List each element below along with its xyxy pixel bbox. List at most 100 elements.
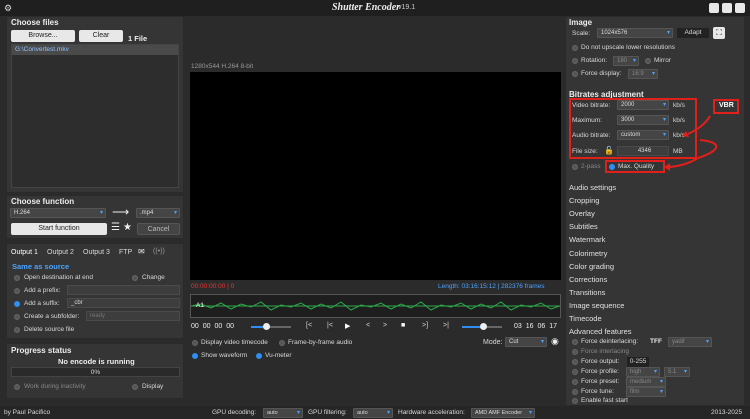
play-button[interactable]: ▶ [345,322,350,330]
force-deinterlacing-checkbox[interactable] [572,339,578,345]
subfolder-input[interactable]: ready [86,311,180,321]
force-output-checkbox[interactable] [572,359,578,365]
tab-output-3[interactable]: Output 3 [83,249,110,256]
video-preview[interactable] [190,72,561,280]
tune-select[interactable]: film [626,387,666,397]
tc-in-seconds[interactable]: 00 [215,323,223,330]
volume-slider-right[interactable] [462,323,502,330]
tc-out-hours[interactable]: 03 [514,323,522,330]
star-icon[interactable]: ★ [123,222,132,233]
tab-output-1[interactable]: Output 1 [11,249,38,256]
preset-select[interactable]: medium [626,377,666,387]
display-timecode-checkbox[interactable] [192,340,198,346]
fast-start-checkbox[interactable] [572,398,578,404]
gpu-decoding-label: GPU decoding: [212,409,257,416]
tc-in-frames[interactable]: 00 [226,323,234,330]
rotation-select[interactable]: 180 [613,56,639,66]
force-preset-checkbox[interactable] [572,379,578,385]
create-subfolder-checkbox[interactable] [14,314,20,320]
hw-accel-select[interactable]: AMD AMF Encoder [471,408,535,418]
go-end-button[interactable]: >| [443,322,449,329]
maximize-button[interactable] [722,3,732,13]
gpu-decoding-select[interactable]: auto [263,408,303,418]
tc-out-frames[interactable]: 17 [549,323,557,330]
mirror-checkbox[interactable] [645,58,651,64]
two-pass-checkbox[interactable] [572,164,578,170]
vumeter-checkbox[interactable] [256,353,262,359]
tc-in-hours[interactable]: 00 [191,323,199,330]
adapt-button[interactable]: Adapt [677,28,709,38]
mirror-label: Mirror [654,57,671,64]
force-profile-checkbox[interactable] [572,369,578,375]
display-checkbox[interactable] [132,384,138,390]
tab-ftp[interactable]: FTP [119,249,132,256]
section-timecode[interactable]: Timecode [569,314,602,323]
volume-slider-left[interactable] [251,323,291,330]
section-subtitles[interactable]: Subtitles [569,222,598,231]
suffix-input[interactable]: _cbr [67,298,180,308]
next-button[interactable]: >] [422,322,428,329]
start-function-button[interactable]: Start function [11,223,107,235]
stop-button[interactable]: ■ [401,322,405,329]
add-suffix-checkbox[interactable] [14,301,20,307]
clear-button[interactable]: Clear [79,30,123,42]
tc-out-seconds[interactable]: 06 [538,323,546,330]
frame-audio-checkbox[interactable] [279,340,285,346]
container-select[interactable]: .mp4 [136,208,180,218]
scale-select[interactable]: 1024x576 [597,28,673,38]
change-checkbox[interactable] [132,275,138,281]
section-cropping[interactable]: Cropping [569,196,599,205]
force-interlacing-checkbox[interactable] [572,349,578,355]
max-quality-annotation-box [605,160,665,173]
timecode-out[interactable]: 03 16 06 17 [514,323,557,330]
gpu-filtering-select[interactable]: auto [353,408,393,418]
function-select[interactable]: H.264 [10,208,106,218]
section-watermark[interactable]: Watermark [569,235,605,244]
step-forward-button[interactable]: > [383,322,387,329]
stream-icon[interactable]: ((•)) [153,248,165,255]
deinterlace-filter-select[interactable]: yadif [668,337,712,347]
settings-icon[interactable]: ⚙ [4,3,12,14]
delete-source-checkbox[interactable] [14,327,20,333]
go-start-button[interactable]: [< [306,322,312,329]
section-color-grading[interactable]: Color grading [569,262,614,271]
browse-button[interactable]: Browse... [11,30,75,42]
rotation-checkbox[interactable] [572,58,578,64]
fullscreen-icon[interactable]: ⛶ [713,27,725,39]
force-output-value[interactable]: 0-255 [627,357,649,367]
force-display-select[interactable]: 16:9 [628,69,658,79]
force-tune-checkbox[interactable] [572,389,578,395]
prefix-input[interactable] [67,285,180,295]
open-destination-checkbox[interactable] [14,275,20,281]
profile-select[interactable]: high [626,367,660,377]
section-corrections[interactable]: Corrections [569,275,607,284]
prev-button[interactable]: |< [327,322,333,329]
section-colorimetry[interactable]: Colorimetry [569,249,607,258]
output-destination[interactable]: Same as source [12,262,69,271]
tab-output-2[interactable]: Output 2 [47,249,74,256]
close-button[interactable] [735,3,745,13]
section-image-sequence[interactable]: Image sequence [569,301,624,310]
add-prefix-checkbox[interactable] [14,288,20,294]
minimize-button[interactable] [709,3,719,13]
section-audio-settings[interactable]: Audio settings [569,183,616,192]
list-icon[interactable]: ☰ [111,222,120,233]
mode-select[interactable]: Cut [505,337,547,347]
show-waveform-checkbox[interactable] [192,353,198,359]
section-overlay[interactable]: Overlay [569,209,595,218]
cancel-button[interactable]: Cancel [137,223,180,235]
timecode-in[interactable]: 00 00 00 00 [191,323,234,330]
level-select[interactable]: 5.1 [664,367,690,377]
section-advanced-features[interactable]: Advanced features [569,327,632,336]
tc-out-minutes[interactable]: 16 [526,323,534,330]
no-upscale-checkbox[interactable] [572,45,578,51]
eye-icon[interactable]: ◉ [551,336,559,347]
mail-icon[interactable]: ✉ [138,247,145,256]
section-transitions[interactable]: Transitions [569,288,605,297]
force-display-checkbox[interactable] [572,71,578,77]
work-inactivity-checkbox[interactable] [14,384,20,390]
step-back-button[interactable]: < [366,322,370,329]
file-list-item[interactable]: G:\Convertest.mkv [12,45,178,55]
file-list[interactable] [11,44,179,188]
tc-in-minutes[interactable]: 00 [203,323,211,330]
